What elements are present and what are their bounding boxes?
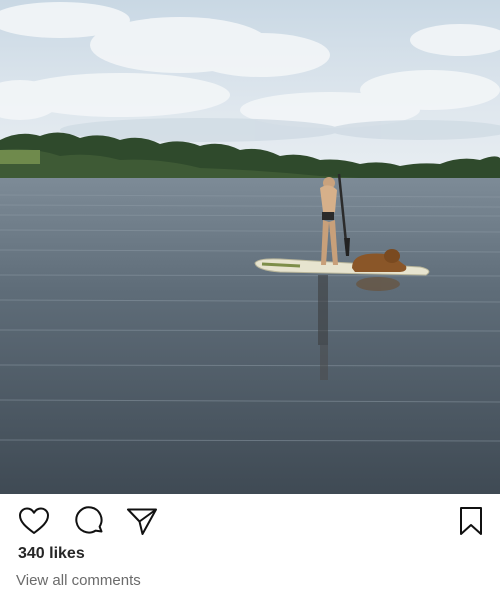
heart-icon[interactable] bbox=[17, 504, 51, 538]
like-count[interactable]: 340 likes bbox=[18, 545, 85, 563]
lake-paddleboard-photo bbox=[0, 0, 500, 494]
view-all-comments-link[interactable]: View all comments bbox=[16, 572, 141, 589]
post-actions-bar bbox=[0, 494, 500, 544]
send-icon[interactable] bbox=[125, 504, 159, 538]
post-photo[interactable] bbox=[0, 0, 500, 494]
comment-icon[interactable] bbox=[72, 504, 106, 538]
bookmark-icon[interactable] bbox=[454, 504, 488, 538]
